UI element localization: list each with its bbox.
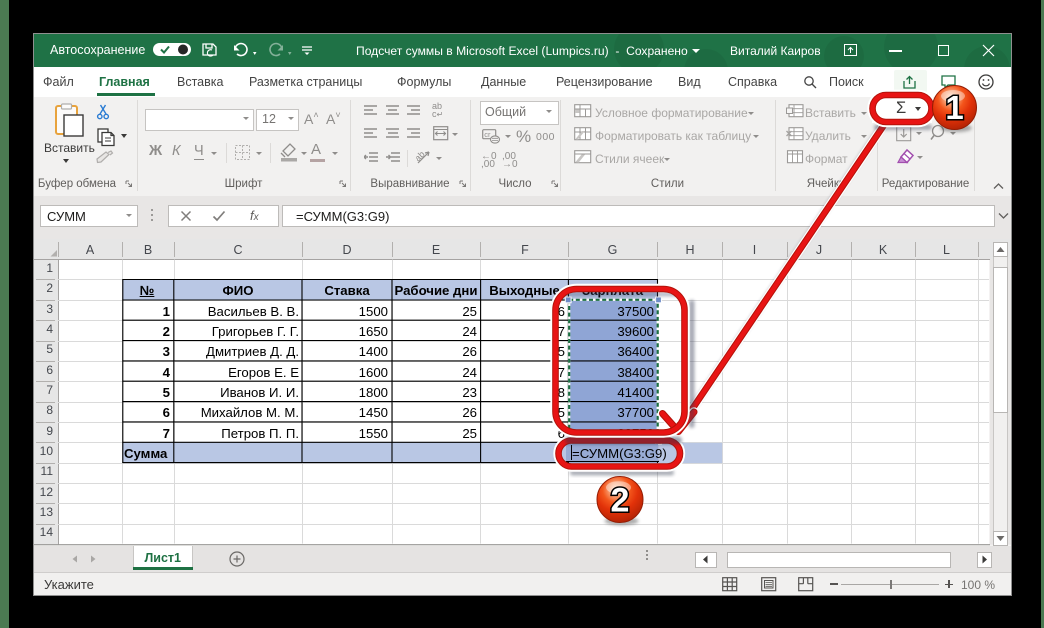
svg-text:ab: ab	[416, 150, 427, 163]
svg-text:cr: cr	[484, 130, 491, 139]
